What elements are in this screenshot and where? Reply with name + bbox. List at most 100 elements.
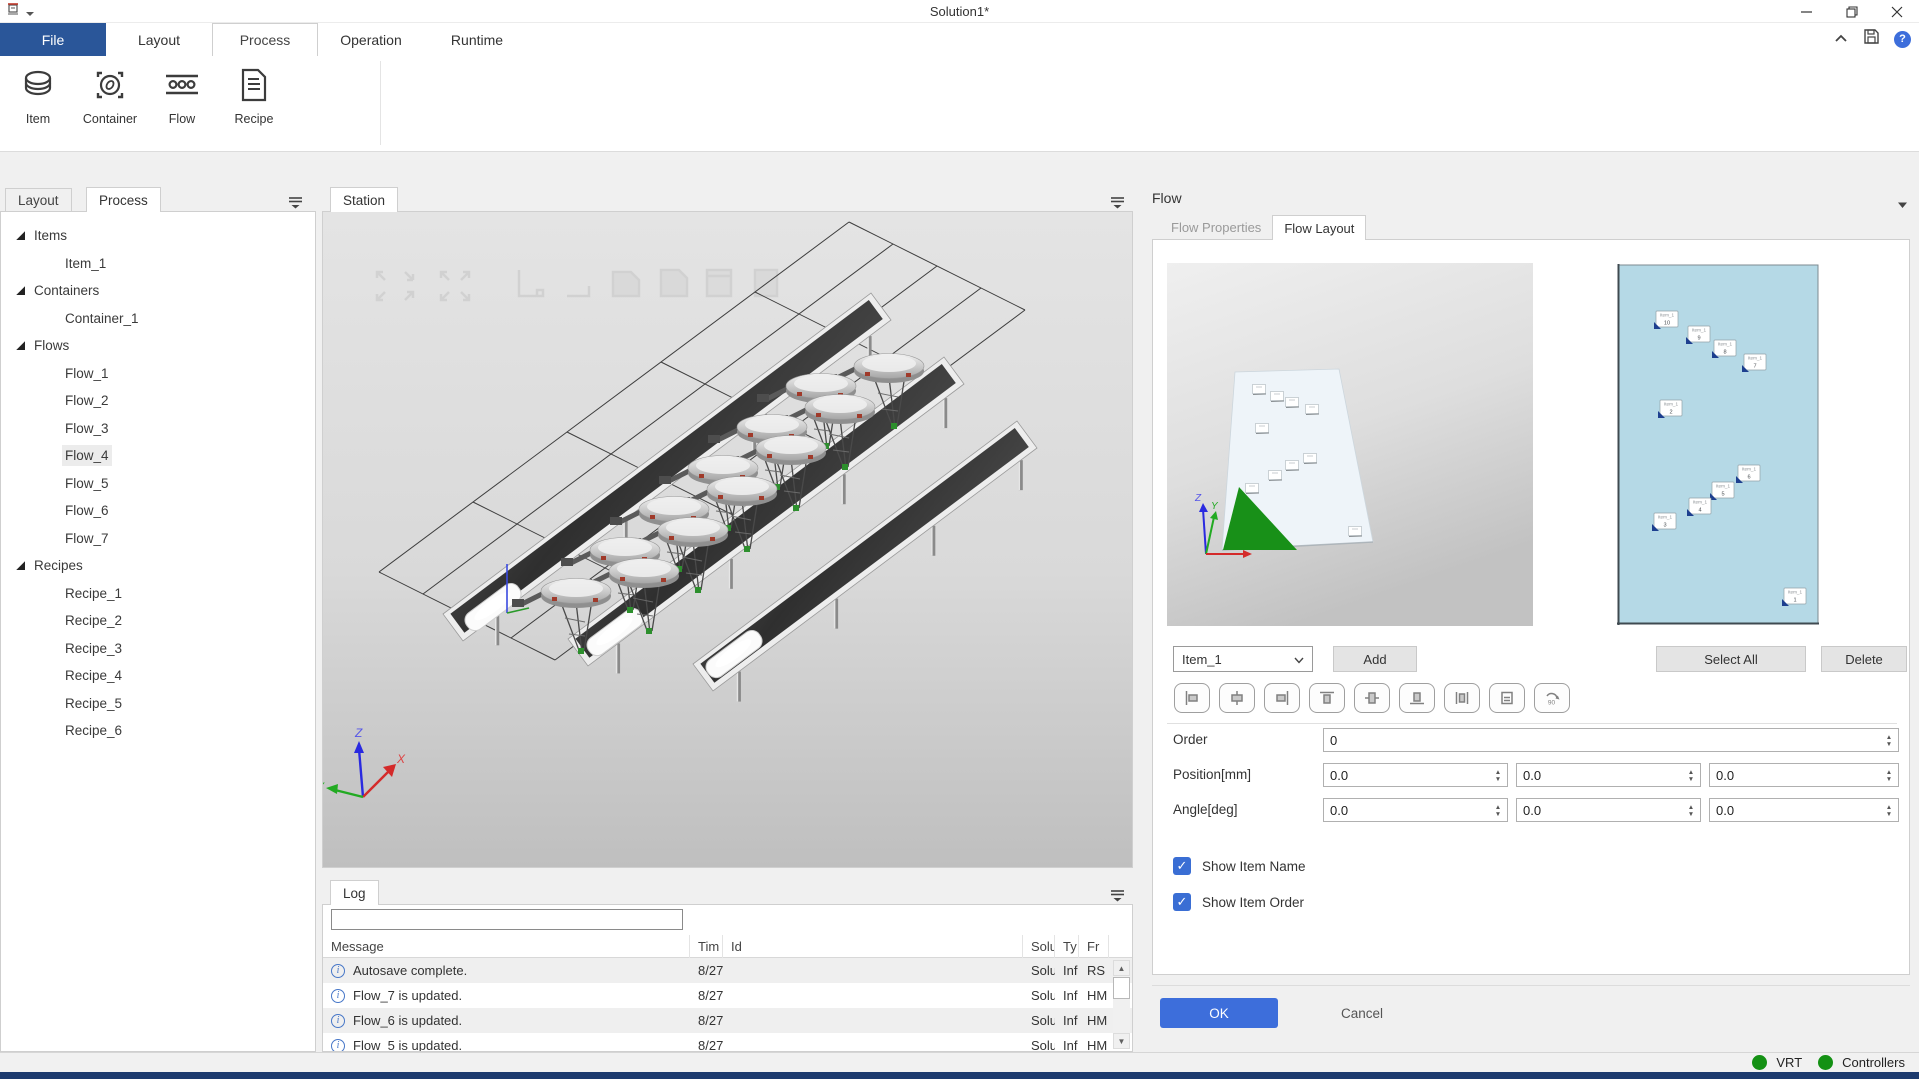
- spinner-arrows-icon[interactable]: ▲▼: [1685, 765, 1697, 787]
- ribbon-button-container[interactable]: Container: [74, 62, 146, 128]
- position-z-stepper[interactable]: ▲▼: [1709, 763, 1899, 787]
- layout-item-card[interactable]: Item_13: [1652, 513, 1676, 531]
- align-top-button[interactable]: [1309, 683, 1345, 713]
- align-bottom-button[interactable]: [1399, 683, 1435, 713]
- log-panel-menu-icon[interactable]: [1110, 889, 1128, 905]
- tree-item-item_1[interactable]: Item_1: [1, 250, 315, 278]
- log-column-tim[interactable]: Tim: [690, 935, 723, 958]
- flow-layout-3d-preview[interactable]: ZY: [1167, 263, 1533, 631]
- angle-z-input[interactable]: [1710, 799, 1898, 821]
- station-panel-menu-icon[interactable]: [1110, 196, 1128, 212]
- tree-expander-icon[interactable]: [16, 286, 25, 295]
- checkbox-checked-icon[interactable]: ✓: [1173, 857, 1191, 875]
- log-column-fr[interactable]: Fr: [1079, 935, 1109, 958]
- ribbon-tab-process[interactable]: Process: [212, 23, 318, 56]
- align-center-vertical-button[interactable]: [1354, 683, 1390, 713]
- tree-item-recipe_2[interactable]: Recipe_2: [1, 607, 315, 635]
- angle-z-stepper[interactable]: ▲▼: [1709, 798, 1899, 822]
- layout-item-card[interactable]: Item_12: [1658, 400, 1682, 418]
- distribute-horizontal-button[interactable]: [1444, 683, 1480, 713]
- left-tab-process[interactable]: Process: [86, 187, 161, 212]
- select-all-button[interactable]: Select All: [1656, 646, 1806, 672]
- ribbon-button-recipe[interactable]: Recipe: [218, 62, 290, 128]
- collapse-ribbon-icon[interactable]: [1833, 30, 1849, 48]
- ok-button[interactable]: OK: [1160, 998, 1278, 1028]
- tree-item-flow_1[interactable]: Flow_1: [1, 360, 315, 388]
- tab-station[interactable]: Station: [330, 187, 398, 212]
- tree-item-recipe_1[interactable]: Recipe_1: [1, 580, 315, 608]
- ribbon-tab-file[interactable]: File: [0, 23, 106, 56]
- log-row[interactable]: iFlow_7 is updated.8/27SoluInfHM: [323, 983, 1132, 1008]
- checkbox-checked-icon[interactable]: ✓: [1173, 893, 1191, 911]
- log-column-solu[interactable]: Solu: [1023, 935, 1055, 958]
- layout-item-card[interactable]: Item_16: [1736, 465, 1760, 483]
- log-row[interactable]: iFlow_6 is updated.8/27SoluInfHM: [323, 1008, 1132, 1033]
- flow-panel-dropdown-icon[interactable]: [1897, 196, 1915, 212]
- spinner-arrows-icon[interactable]: ▲▼: [1492, 765, 1504, 787]
- scroll-down-icon[interactable]: ▼: [1113, 1033, 1130, 1049]
- layout-item-card[interactable]: Item_110: [1654, 311, 1678, 329]
- rotate-90-button[interactable]: 90: [1534, 683, 1570, 713]
- position-x-input[interactable]: [1324, 764, 1507, 786]
- align-center-horizontal-button[interactable]: [1219, 683, 1255, 713]
- delete-button[interactable]: Delete: [1821, 646, 1907, 672]
- spinner-arrows-icon[interactable]: ▲▼: [1883, 800, 1895, 822]
- tree-item-recipes[interactable]: Recipes: [1, 552, 315, 580]
- add-button[interactable]: Add: [1333, 646, 1417, 672]
- ribbon-button-flow[interactable]: Flow: [146, 62, 218, 128]
- tree-item-flow_5[interactable]: Flow_5: [1, 470, 315, 498]
- checkbox-show-item-name[interactable]: ✓Show Item Name: [1173, 857, 1306, 875]
- tree-item-recipe_4[interactable]: Recipe_4: [1, 662, 315, 690]
- log-column-message[interactable]: Message: [323, 935, 690, 958]
- log-column-ty[interactable]: Ty: [1055, 935, 1079, 958]
- tree-item-flow_4[interactable]: Flow_4: [1, 442, 315, 470]
- tree-item-flow_2[interactable]: Flow_2: [1, 387, 315, 415]
- align-left-button[interactable]: [1174, 683, 1210, 713]
- log-filter-input[interactable]: [331, 909, 683, 930]
- distribute-vertical-button[interactable]: [1489, 683, 1525, 713]
- position-y-input[interactable]: [1517, 764, 1700, 786]
- angle-y-input[interactable]: [1517, 799, 1700, 821]
- tree-item-flow_6[interactable]: Flow_6: [1, 497, 315, 525]
- tree-item-flows[interactable]: Flows: [1, 332, 315, 360]
- station-3d-viewport[interactable]: ZXY: [322, 211, 1133, 868]
- layout-item-card[interactable]: Item_17: [1742, 354, 1766, 372]
- tree-item-flow_7[interactable]: Flow_7: [1, 525, 315, 553]
- flow-tab-flow-layout[interactable]: Flow Layout: [1272, 215, 1366, 240]
- left-tab-layout[interactable]: Layout: [5, 188, 72, 212]
- log-row[interactable]: iAutosave complete.8/27SoluInfRS: [323, 958, 1132, 983]
- log-scrollbar[interactable]: ▲ ▼: [1113, 960, 1130, 1049]
- spinner-arrows-icon[interactable]: ▲▼: [1492, 800, 1504, 822]
- tree-expander-icon[interactable]: [16, 561, 25, 570]
- angle-y-stepper[interactable]: ▲▼: [1516, 798, 1701, 822]
- angle-x-input[interactable]: [1324, 799, 1507, 821]
- tree-expander-icon[interactable]: [16, 231, 25, 240]
- ribbon-tab-layout[interactable]: Layout: [106, 23, 212, 56]
- checkbox-show-item-order[interactable]: ✓Show Item Order: [1173, 893, 1304, 911]
- tree-item-recipe_3[interactable]: Recipe_3: [1, 635, 315, 663]
- order-input[interactable]: [1324, 729, 1898, 751]
- layout-item-card[interactable]: Item_14: [1687, 498, 1711, 516]
- position-x-stepper[interactable]: ▲▼: [1323, 763, 1508, 787]
- tree-expander-icon[interactable]: [16, 341, 25, 350]
- flow-tab-flow-properties[interactable]: Flow Properties: [1160, 215, 1272, 240]
- close-button[interactable]: [1874, 0, 1919, 23]
- tree-item-containers[interactable]: Containers: [1, 277, 315, 305]
- restore-button[interactable]: [1829, 0, 1874, 23]
- order-stepper[interactable]: ▲▼: [1323, 728, 1899, 752]
- flow-layout-2d-view[interactable]: Item_110Item_19Item_18Item_17Item_12Item…: [1617, 264, 1819, 630]
- left-panel-menu-icon[interactable]: [288, 196, 306, 212]
- log-table-header[interactable]: MessageTimIdSoluTyFr: [323, 935, 1132, 958]
- item-select[interactable]: Item_1: [1173, 646, 1313, 672]
- tree-item-flow_3[interactable]: Flow_3: [1, 415, 315, 443]
- position-z-input[interactable]: [1710, 764, 1898, 786]
- scroll-up-icon[interactable]: ▲: [1113, 960, 1130, 976]
- ribbon-button-item[interactable]: Item: [2, 62, 74, 128]
- log-row[interactable]: iFlow_5 is updated.8/27SoluInfHM: [323, 1033, 1132, 1051]
- align-right-button[interactable]: [1264, 683, 1300, 713]
- position-y-stepper[interactable]: ▲▼: [1516, 763, 1701, 787]
- help-icon[interactable]: ?: [1894, 31, 1911, 48]
- log-column-id[interactable]: Id: [723, 935, 1023, 958]
- layout-item-card[interactable]: Item_19: [1686, 326, 1710, 344]
- tab-log[interactable]: Log: [330, 880, 379, 905]
